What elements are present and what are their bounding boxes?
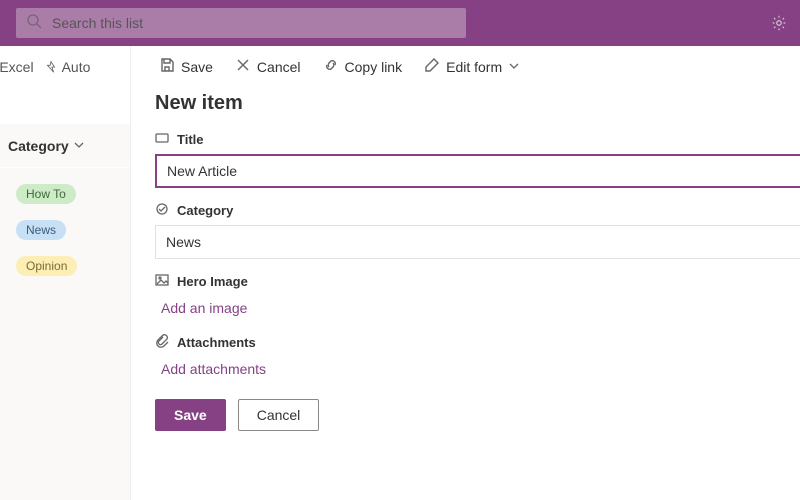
search-input[interactable] bbox=[52, 15, 456, 31]
column-header-category[interactable]: Category bbox=[0, 124, 130, 168]
cancel-button[interactable]: Cancel bbox=[238, 399, 320, 431]
bg-column: Category How To News Opinion bbox=[0, 88, 130, 500]
edit-form-button[interactable]: Edit form bbox=[424, 57, 520, 76]
panel-save-button[interactable]: Save bbox=[159, 57, 213, 76]
search-icon bbox=[26, 13, 52, 34]
hero-label: Hero Image bbox=[177, 274, 248, 289]
save-icon bbox=[159, 57, 175, 76]
category-input[interactable]: News bbox=[155, 225, 800, 259]
panel-save-label: Save bbox=[181, 59, 213, 75]
automate-label: Auto bbox=[62, 59, 91, 75]
new-item-panel: Save Cancel Copy link Edit form New item… bbox=[130, 46, 800, 500]
bg-command: t to Excel Auto bbox=[0, 46, 130, 88]
copy-link-label: Copy link bbox=[345, 59, 403, 75]
add-image-link[interactable]: Add an image bbox=[155, 296, 800, 320]
choice-icon bbox=[155, 202, 169, 219]
add-attachments-link[interactable]: Add attachments bbox=[155, 357, 800, 381]
chevron-down-icon bbox=[73, 138, 85, 154]
title-label: Title bbox=[177, 132, 204, 147]
panel-heading: New item bbox=[155, 92, 800, 115]
field-title: Title bbox=[155, 131, 800, 188]
chevron-down-icon bbox=[508, 59, 520, 75]
column-header-label: Category bbox=[8, 138, 69, 154]
attachment-icon bbox=[155, 334, 169, 351]
panel-cancel-label: Cancel bbox=[257, 59, 301, 75]
title-input[interactable] bbox=[155, 154, 800, 188]
close-icon bbox=[235, 57, 251, 76]
copy-link-button[interactable]: Copy link bbox=[323, 57, 403, 76]
panel-cancel-button[interactable]: Cancel bbox=[235, 57, 301, 76]
automate[interactable]: Auto bbox=[44, 59, 91, 75]
panel-body: New item Title Category News Hero Image … bbox=[131, 88, 800, 431]
pill-news: News bbox=[16, 220, 66, 240]
field-hero-image: Hero Image Add an image bbox=[155, 273, 800, 320]
text-field-icon bbox=[155, 131, 169, 148]
export-excel[interactable]: t to Excel bbox=[0, 59, 34, 75]
export-label: t to Excel bbox=[0, 59, 34, 75]
save-button[interactable]: Save bbox=[155, 399, 226, 431]
category-value: News bbox=[166, 234, 201, 250]
search-box[interactable] bbox=[16, 8, 466, 38]
image-icon bbox=[155, 273, 169, 290]
pill-howto: How To bbox=[16, 184, 76, 204]
edit-icon bbox=[424, 57, 440, 76]
link-icon bbox=[323, 57, 339, 76]
settings-gear-icon[interactable] bbox=[770, 14, 788, 32]
edit-form-label: Edit form bbox=[446, 59, 502, 75]
category-label: Category bbox=[177, 203, 233, 218]
panel-command-bar: Save Cancel Copy link Edit form bbox=[131, 46, 800, 88]
panel-footer: Save Cancel bbox=[155, 399, 800, 431]
attachments-label: Attachments bbox=[177, 335, 256, 350]
field-category: Category News bbox=[155, 202, 800, 259]
pill-opinion: Opinion bbox=[16, 256, 77, 276]
suite-header bbox=[0, 0, 800, 46]
field-attachments: Attachments Add attachments bbox=[155, 334, 800, 381]
